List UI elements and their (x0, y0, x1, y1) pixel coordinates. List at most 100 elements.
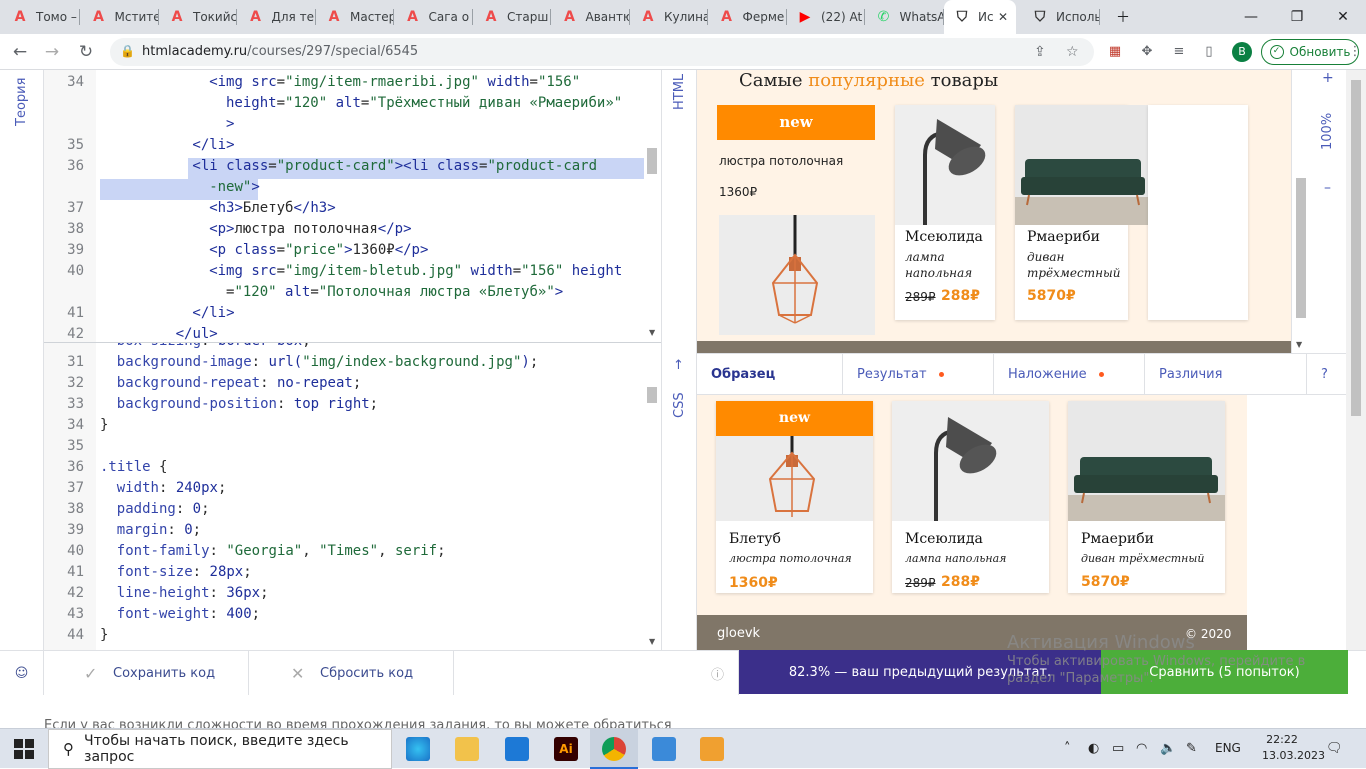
code-line: </li> (192, 305, 234, 321)
css-tab-label[interactable]: CSS (672, 392, 687, 418)
language-indicator[interactable]: ENG (1215, 741, 1241, 755)
arrow-up-icon[interactable]: ↑ (673, 358, 684, 373)
clock-date: 13.03.2023 (1262, 749, 1325, 762)
close-tab-icon[interactable]: ✕ (998, 10, 1008, 24)
save-code-button[interactable]: ✓ Сохранить код (44, 651, 249, 695)
code-token: ; (529, 354, 539, 370)
tab-diff[interactable]: Различия (1145, 354, 1307, 394)
scroll-down-arrow-icon[interactable]: ▼ (649, 328, 655, 337)
extension-icon[interactable]: ▦ (1106, 43, 1124, 61)
tray-chevron-icon[interactable]: ˄ (1064, 741, 1071, 756)
address-bar[interactable]: 🔒 htmlacademy.ru/courses/297/special/654… (110, 38, 1094, 66)
back-icon[interactable]: ← (8, 40, 32, 64)
code-token: 400 (226, 606, 252, 622)
mail-icon[interactable] (505, 737, 529, 761)
update-label: Обновить (1289, 45, 1351, 59)
share-icon[interactable]: ⇪ (1034, 44, 1046, 60)
forward-icon[interactable]: → (40, 40, 64, 64)
clock[interactable]: 22:22 13.03.2023 (1262, 732, 1325, 764)
browser-tab[interactable]: A Старш (473, 0, 551, 34)
browser-tab[interactable]: ▶ (22) At (787, 0, 865, 34)
tray-app-icon[interactable]: ◐ (1088, 741, 1099, 756)
scroll-down-arrow-icon[interactable]: ▼ (649, 637, 655, 646)
code-token: 0 (192, 501, 202, 517)
browser-toolbar: ← → ↻ 🔒 htmlacademy.ru/courses/297/speci… (0, 34, 1366, 70)
tab-overlay[interactable]: Наложение (994, 354, 1145, 394)
code-token: class (234, 242, 277, 258)
preview-scroll-thumb[interactable] (1296, 178, 1306, 318)
new-tab-button[interactable]: ＋ (1100, 0, 1146, 34)
info-icon[interactable]: ⓘ (697, 651, 739, 695)
chat-icon[interactable]: ☺ (0, 651, 44, 695)
reload-icon[interactable]: ↻ (74, 40, 98, 64)
file-explorer-icon[interactable] (455, 737, 479, 761)
page-scroll-thumb[interactable] (1351, 80, 1361, 416)
profile-avatar[interactable]: В (1232, 42, 1252, 62)
taskbar-search[interactable]: ⚲ Чтобы начать поиск, введите здесь запр… (48, 729, 392, 769)
htmlacademy-icon: A (93, 9, 104, 25)
bookmark-star-icon[interactable]: ☆ (1066, 44, 1079, 60)
update-button[interactable]: ✓ Обновить (1261, 39, 1359, 65)
reading-list-icon[interactable]: ≡ (1170, 43, 1188, 61)
sofa-image (1068, 401, 1225, 521)
minimize-button[interactable]: — (1228, 0, 1274, 34)
card-name: Рмаериби (1027, 229, 1100, 245)
battery-icon[interactable]: ▭ (1112, 741, 1124, 756)
tab-result[interactable]: Результат (843, 354, 994, 394)
html-scroll-thumb[interactable] (647, 148, 657, 174)
illustrator-icon[interactable]: Ai (554, 737, 578, 761)
code-line: ="120" alt="Потолочная люстра «Блетуб»"> (226, 284, 563, 300)
notification-icon[interactable]: 🗨 (1326, 741, 1343, 756)
browser-tab[interactable]: A Сага о (395, 0, 473, 34)
line-number: 44 (67, 627, 84, 643)
card-name: Мсеюлида (905, 531, 983, 547)
photos-icon[interactable] (652, 737, 676, 761)
browser-tab[interactable]: ⛉ Ис ✕ (944, 0, 1016, 34)
chrome-taskbar-item[interactable] (590, 729, 638, 769)
volume-icon[interactable]: 🔈 (1160, 741, 1176, 756)
media-player-icon[interactable] (700, 737, 724, 761)
css-scroll-thumb[interactable] (647, 387, 657, 403)
code-line: margin: 0; (117, 522, 201, 538)
scroll-down-arrow-icon[interactable]: ▼ (1296, 340, 1302, 349)
browser-tab-label: Ферме (742, 10, 785, 24)
card-price: 5870₽ (1027, 288, 1076, 304)
code-token: <img (209, 263, 252, 279)
help-button[interactable]: ? (1307, 354, 1346, 394)
footer-brand: gloevk (717, 626, 761, 641)
htmlacademy-icon: A (328, 9, 340, 25)
page-scrollbar[interactable] (1346, 70, 1366, 650)
close-window-button[interactable]: ✕ (1320, 0, 1366, 34)
puzzle-icon[interactable]: ✥ (1138, 43, 1156, 61)
chandelier-image (719, 215, 875, 335)
wifi-icon[interactable]: ◠ (1136, 741, 1147, 756)
tab-sample[interactable]: Образец (697, 354, 843, 394)
browser-tab[interactable]: A Ферме (709, 0, 787, 34)
side-panel-icon[interactable]: ▯ (1200, 43, 1218, 61)
restore-button[interactable]: ❐ (1274, 0, 1320, 34)
code-token: люстра потолочная (234, 221, 378, 237)
windows-start-icon[interactable] (14, 739, 34, 759)
browser-tab[interactable]: A Кулина (630, 0, 708, 34)
code-token: "156" (537, 74, 581, 90)
reset-code-button[interactable]: ✕ Сбросить код (249, 651, 454, 695)
theory-tab[interactable]: Теория (14, 78, 29, 126)
sofa-drawing (1015, 159, 1148, 225)
browser-tab[interactable]: A Авантю (552, 0, 630, 34)
browser-tab[interactable]: ✆ WhatsA (866, 0, 944, 34)
zoom-in-button[interactable]: + (1322, 70, 1334, 86)
edge-icon[interactable] (406, 737, 430, 761)
zoom-out-button[interactable]: – (1324, 180, 1331, 196)
browser-tab[interactable]: A Мстите (81, 0, 159, 34)
browser-tab[interactable]: A Токийс (159, 0, 237, 34)
html-editor[interactable]: 34 <img src="img/item-rmaeribi.jpg" width… (44, 70, 661, 342)
browser-tab[interactable]: ⛉ Исполь (1022, 0, 1100, 34)
menu-kebab-icon[interactable]: ⋮ (1346, 43, 1364, 61)
browser-tab[interactable]: A Для те (238, 0, 316, 34)
card-name: Мсеюлида (905, 229, 983, 245)
css-editor[interactable]: box-sizing: border-box; 31 background-imag… (44, 342, 661, 650)
browser-tab[interactable]: A Мастер (316, 0, 394, 34)
pen-icon[interactable]: ✎ (1186, 741, 1197, 756)
browser-tab[interactable]: A Томо – (2, 0, 80, 34)
html-tab-label[interactable]: HTML (672, 74, 687, 110)
